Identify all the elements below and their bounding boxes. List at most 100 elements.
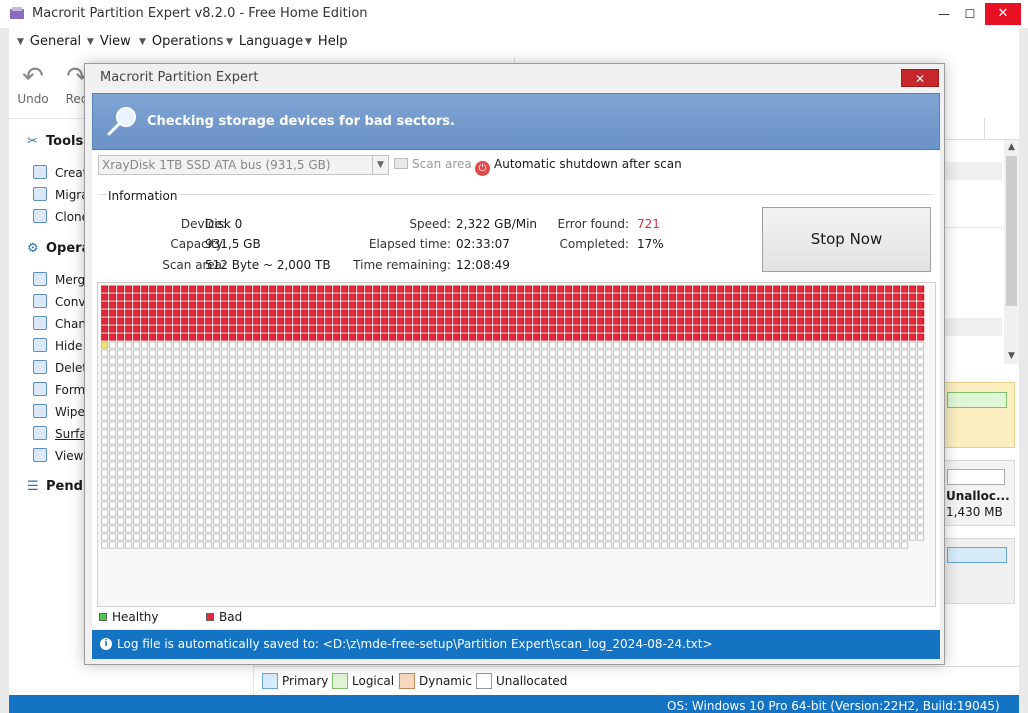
sector-cell — [397, 405, 405, 413]
sector-cell — [781, 541, 789, 549]
sector-cell — [221, 405, 229, 413]
menu-general[interactable]: ▼ General — [17, 34, 81, 49]
sector-cell — [261, 445, 269, 453]
table-row[interactable] — [944, 318, 1002, 336]
sector-cell-bad — [493, 333, 501, 341]
sector-cell — [421, 381, 429, 389]
dialog-close-button[interactable]: ✕ — [901, 69, 939, 87]
sector-cell — [165, 525, 173, 533]
sidebar-item-surface-test[interactable]: Surfa — [33, 426, 87, 441]
menu-help[interactable]: ▼ Help — [305, 34, 348, 49]
sidebar-item-hide[interactable]: Hide — [33, 338, 82, 353]
sector-cell-bad — [253, 285, 261, 293]
sector-cell — [325, 405, 333, 413]
sector-cell — [821, 397, 829, 405]
chevron-down-icon[interactable]: ▼ — [372, 156, 388, 174]
sidebar-item-label: Surfa — [55, 427, 87, 441]
sector-cell — [693, 365, 701, 373]
sector-cell — [317, 469, 325, 477]
menu-bar: ▼ General ▼ View ▼ Operations ▼ Language ▼ He… — [9, 28, 1019, 54]
sidebar-item-change[interactable]: Chan — [33, 316, 86, 331]
sector-cell — [269, 349, 277, 357]
sector-cell — [589, 517, 597, 525]
sector-cell — [333, 421, 341, 429]
sector-cell-bad — [261, 317, 269, 325]
sector-cell — [477, 405, 485, 413]
sector-cell — [525, 357, 533, 365]
sector-cell — [381, 373, 389, 381]
sector-cell — [229, 389, 237, 397]
partition-block-logical[interactable] — [944, 382, 1015, 448]
scrollbar-thumb[interactable] — [1006, 156, 1017, 306]
sector-cell — [589, 533, 597, 541]
stop-now-button[interactable]: Stop Now — [762, 207, 931, 272]
sector-cell — [573, 477, 581, 485]
sector-cell — [581, 445, 589, 453]
menu-language[interactable]: ▼ Language — [226, 34, 303, 49]
sector-cell — [645, 437, 653, 445]
eraser-icon — [33, 404, 47, 418]
sector-cell — [237, 365, 245, 373]
partition-list-scrollbar[interactable]: ▲ ▼ — [1004, 140, 1019, 364]
sector-cell — [869, 477, 877, 485]
sector-cell — [357, 389, 365, 397]
scroll-up-icon[interactable]: ▲ — [1004, 140, 1019, 155]
sector-cell-bad — [253, 317, 261, 325]
scroll-down-icon[interactable]: ▼ — [1004, 349, 1019, 364]
sector-cell-bad — [101, 333, 109, 341]
sector-cell-bad — [117, 317, 125, 325]
sector-cell-bad — [893, 301, 901, 309]
sidebar-item-delete[interactable]: Delet — [33, 360, 87, 375]
sector-cell-bad — [733, 301, 741, 309]
sector-cell — [533, 533, 541, 541]
sidebar-item-create[interactable]: Creat — [33, 165, 88, 180]
sector-cell — [293, 405, 301, 413]
sector-cell-bad — [805, 317, 813, 325]
sector-cell — [485, 357, 493, 365]
table-row[interactable] — [944, 162, 1002, 180]
sector-cell-bad — [101, 301, 109, 309]
sector-cell — [333, 413, 341, 421]
unallocated-name: Unalloc... — [946, 489, 1010, 503]
sector-cell-bad — [717, 285, 725, 293]
menu-view[interactable]: ▼ View — [87, 34, 131, 49]
sidebar-tools-header[interactable]: ✂ Tools — [27, 134, 83, 149]
sector-cell — [821, 437, 829, 445]
sector-cell — [853, 445, 861, 453]
table-row[interactable] — [944, 210, 1002, 228]
sector-cell — [205, 477, 213, 485]
disk-select[interactable]: XrayDisk 1TB SSD ATA bus (931,5 GB) ▼ — [98, 155, 389, 175]
sector-cell — [341, 389, 349, 397]
sector-cell — [109, 341, 117, 349]
menu-operations[interactable]: ▼ Operations — [139, 34, 223, 49]
sector-cell-bad — [133, 285, 141, 293]
sector-cell — [517, 509, 525, 517]
sector-cell — [157, 341, 165, 349]
sector-cell — [629, 453, 637, 461]
sector-cell — [397, 445, 405, 453]
sector-cell — [789, 477, 797, 485]
sector-cell-bad — [541, 309, 549, 317]
sector-cell — [645, 357, 653, 365]
sidebar-item-view[interactable]: View — [33, 448, 83, 463]
sector-cell — [365, 453, 373, 461]
sector-cell — [781, 405, 789, 413]
scan-area-button[interactable]: Scan area — [394, 157, 472, 171]
sector-cell — [333, 349, 341, 357]
sector-cell — [781, 445, 789, 453]
partition-block-primary[interactable] — [944, 538, 1015, 604]
sector-cell-bad — [245, 293, 253, 301]
sidebar-item-wipe[interactable]: Wipe — [33, 404, 85, 419]
sidebar-item-format[interactable]: Form — [33, 382, 85, 397]
auto-shutdown-toggle[interactable]: ⏻ Automatic shutdown after scan — [475, 157, 682, 176]
sidebar-item-merge[interactable]: Merg — [33, 272, 85, 287]
close-button[interactable]: ✕ — [985, 3, 1021, 25]
sidebar-item-migrate[interactable]: Migra — [33, 187, 89, 202]
undo-button[interactable]: ↶ Undo — [11, 62, 55, 106]
sector-cell — [621, 365, 629, 373]
sidebar-item-clone[interactable]: Clone — [33, 209, 89, 224]
maximize-button[interactable]: ☐ — [952, 0, 988, 28]
sidebar-item-convert[interactable]: Conv — [33, 294, 85, 309]
sector-cell — [445, 445, 453, 453]
sector-cell — [365, 389, 373, 397]
